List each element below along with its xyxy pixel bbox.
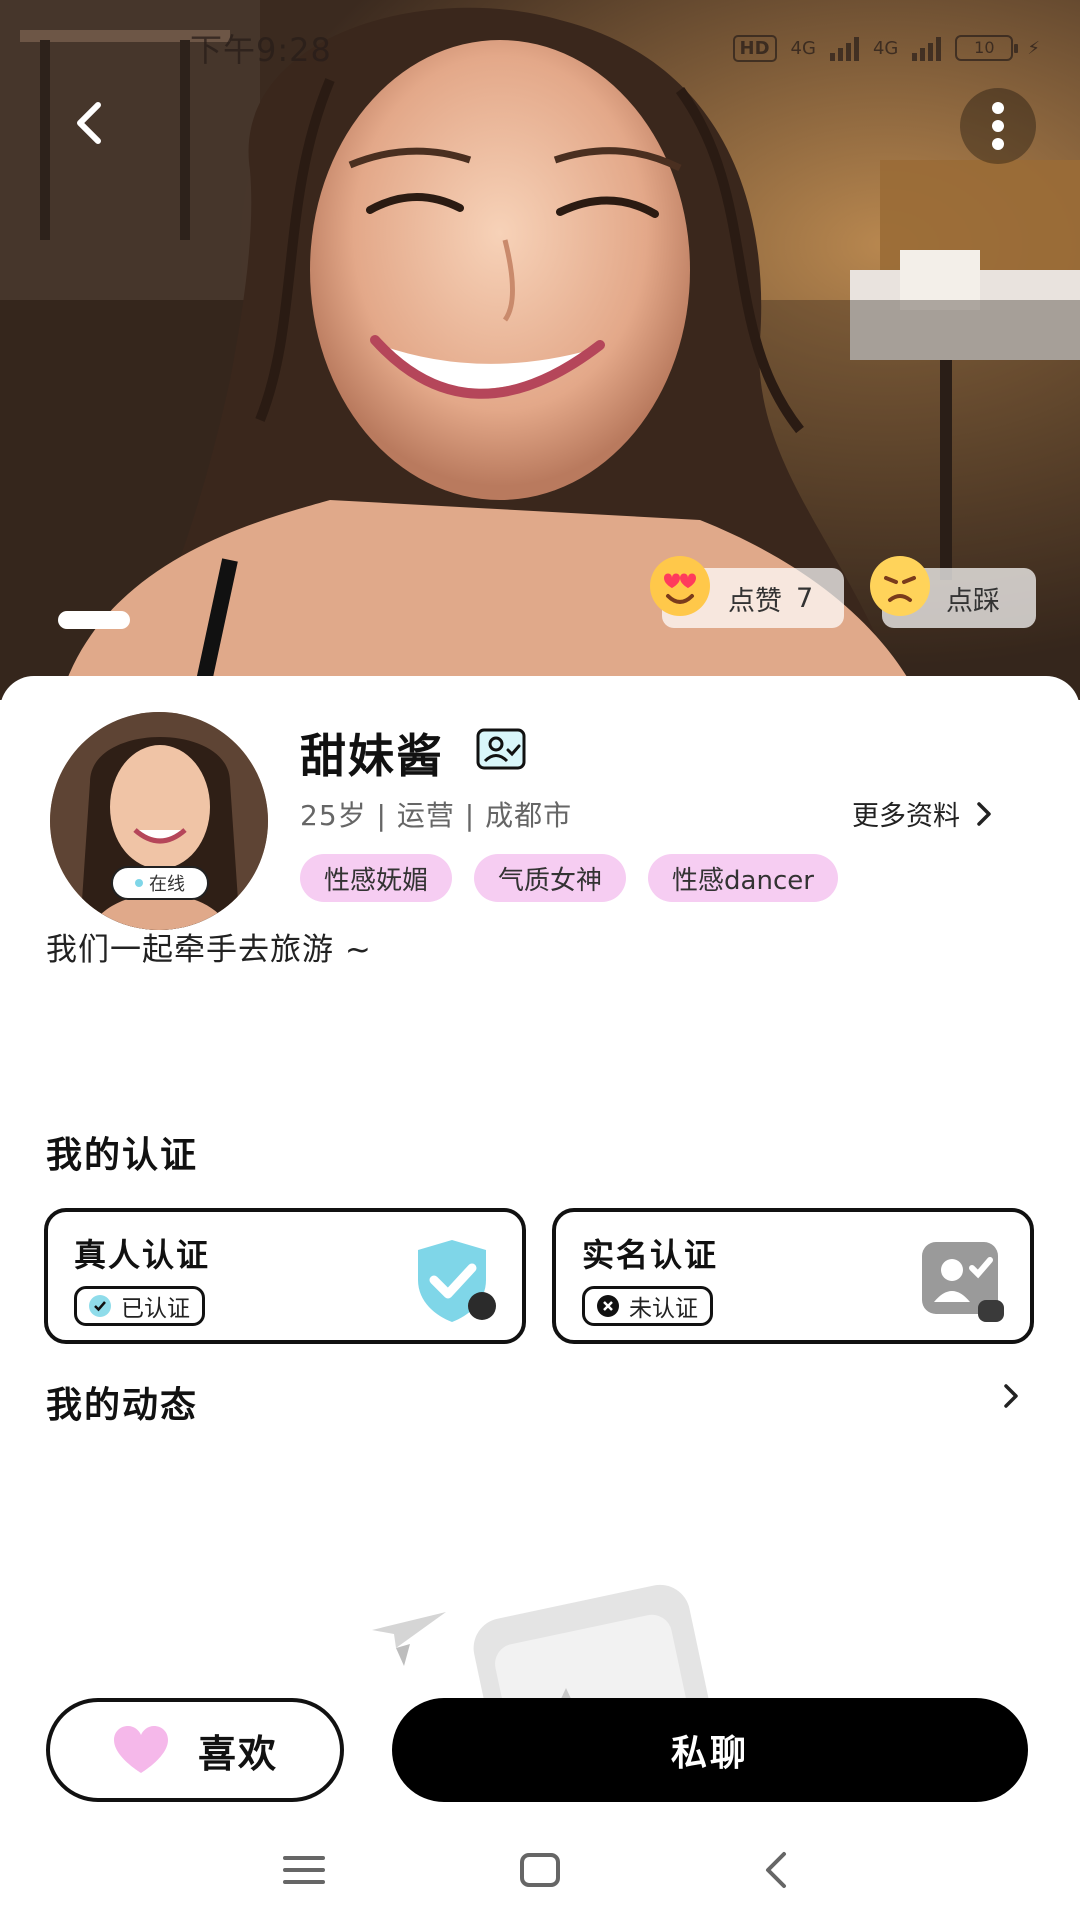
menu-icon bbox=[283, 1856, 325, 1884]
check-icon bbox=[89, 1295, 111, 1317]
real-person-cert-title: 真人认证 bbox=[74, 1236, 211, 1274]
more-info-label: 更多资料 bbox=[852, 801, 960, 832]
like-count: 7 bbox=[796, 582, 814, 614]
home-square-icon bbox=[520, 1853, 560, 1887]
real-person-cert-status-label: 已认证 bbox=[121, 1296, 190, 1322]
profile-photo[interactable]: 下午9:28 HD 4G 4G 10 ⚡ 点赞 7 点踩 bbox=[0, 0, 1080, 700]
nav-home-button[interactable] bbox=[510, 1840, 570, 1900]
private-chat-label: 私聊 bbox=[670, 1733, 749, 1774]
system-nav-bar bbox=[0, 1820, 1080, 1920]
profile-bio: 我们一起牵手去旅游 ~ bbox=[46, 932, 372, 968]
more-vertical-icon bbox=[992, 102, 1004, 150]
profile-name: 甜妹酱 bbox=[300, 729, 444, 783]
chevron-right-icon bbox=[977, 801, 991, 826]
signal-icon-1 bbox=[829, 35, 859, 61]
profile-meta: 25岁 | 运营 | 成都市 bbox=[300, 799, 573, 832]
tag-list: 性感妩媚 气质女神 性感dancer bbox=[300, 854, 838, 902]
moments-chevron-right-icon[interactable] bbox=[1002, 1382, 1020, 1410]
like-label: 点赞 bbox=[728, 585, 782, 617]
like-button-label: 喜欢 bbox=[197, 1731, 278, 1776]
tag-item: 性感dancer bbox=[648, 854, 838, 902]
status-bar: 下午9:28 HD 4G 4G 10 ⚡ bbox=[0, 0, 1080, 96]
more-options-button[interactable] bbox=[960, 88, 1036, 164]
tag-item: 性感妩媚 bbox=[300, 854, 453, 902]
real-name-cert-status-label: 未认证 bbox=[629, 1296, 698, 1322]
like-button[interactable]: 喜欢 bbox=[46, 1698, 344, 1802]
heart-eyes-emoji-icon bbox=[650, 556, 710, 616]
verified-user-icon bbox=[476, 728, 526, 770]
back-arrow-icon bbox=[766, 1852, 786, 1888]
signal-icon-2 bbox=[912, 35, 942, 61]
dislike-reaction-button[interactable]: 点踩 bbox=[870, 556, 1036, 628]
status-icons: HD 4G 4G 10 ⚡ bbox=[732, 34, 1040, 62]
certification-section-title: 我的认证 bbox=[46, 1126, 199, 1178]
nav-menu-button[interactable] bbox=[274, 1840, 334, 1900]
id-card-user-icon bbox=[922, 1242, 1004, 1322]
carousel-indicator bbox=[58, 611, 130, 629]
charging-icon: ⚡ bbox=[1027, 37, 1040, 59]
more-info-link[interactable]: 更多资料 bbox=[852, 794, 992, 833]
real-person-cert-card[interactable]: 真人认证 已认证 bbox=[44, 1208, 526, 1344]
online-label: 在线 bbox=[149, 874, 185, 895]
online-dot-icon bbox=[135, 879, 143, 887]
real-name-cert-card[interactable]: 实名认证 未认证 bbox=[552, 1208, 1034, 1344]
heart-icon bbox=[113, 1726, 168, 1773]
moments-section-title: 我的动态 bbox=[46, 1376, 199, 1428]
network-type-2: 4G bbox=[872, 37, 899, 59]
private-chat-button[interactable]: 私聊 bbox=[392, 1698, 1028, 1802]
network-type-1: 4G bbox=[790, 37, 816, 59]
battery-icon: 10 bbox=[955, 35, 1019, 61]
back-button[interactable] bbox=[54, 88, 124, 158]
real-name-cert-status: 未认证 bbox=[582, 1286, 713, 1326]
sad-face-emoji-icon bbox=[870, 556, 930, 616]
chevron-left-icon bbox=[77, 102, 101, 144]
shield-check-icon bbox=[418, 1240, 496, 1322]
status-time: 下午9:28 bbox=[190, 31, 332, 69]
real-name-cert-title: 实名认证 bbox=[582, 1236, 719, 1274]
tag-item: 气质女神 bbox=[474, 854, 627, 902]
hd-badge: HD bbox=[732, 34, 777, 62]
dislike-label: 点踩 bbox=[946, 585, 1000, 617]
like-reaction-button[interactable]: 点赞 7 bbox=[650, 556, 844, 628]
real-person-cert-status: 已认证 bbox=[74, 1286, 205, 1326]
nav-back-button[interactable] bbox=[746, 1840, 806, 1900]
close-circle-icon bbox=[597, 1295, 619, 1317]
online-status-badge: 在线 bbox=[111, 866, 209, 900]
